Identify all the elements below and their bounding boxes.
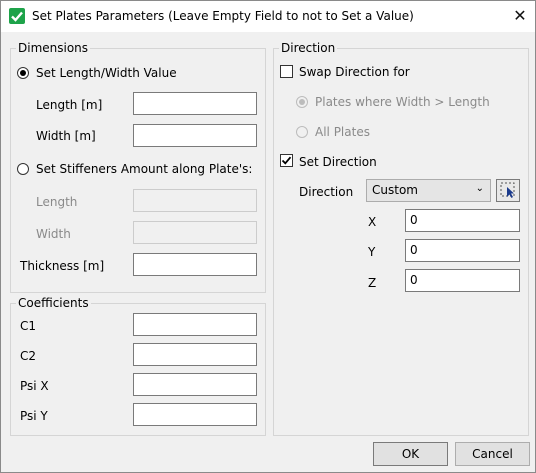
psi-x-label: Psi X (20, 379, 49, 393)
z-label: Z (368, 276, 377, 290)
dimensions-legend: Dimensions (16, 41, 91, 55)
set-length-width-radio[interactable] (17, 67, 29, 79)
stiffeners-length-input[interactable] (133, 189, 257, 212)
stiffeners-width-input[interactable] (133, 221, 257, 244)
c1-label: C1 (20, 319, 37, 333)
direction-legend: Direction (279, 41, 338, 55)
swap-direction-label: Swap Direction for (299, 65, 410, 79)
c2-label: C2 (20, 349, 37, 363)
window-title: Set Plates Parameters (Leave Empty Field… (32, 9, 414, 23)
psi-y-label: Psi Y (20, 409, 48, 423)
direction-select-value: Custom (372, 183, 418, 197)
psi-y-input[interactable] (133, 403, 257, 426)
pick-cursor-icon (500, 182, 515, 198)
x-input[interactable]: 0 (405, 209, 520, 232)
dialog-window: Set Plates Parameters (Leave Empty Field… (0, 0, 536, 473)
chevron-down-icon: ⌄ (475, 183, 484, 194)
width-input[interactable] (133, 124, 257, 147)
set-length-width-label: Set Length/Width Value (36, 66, 177, 80)
direction-label: Direction (299, 185, 354, 199)
direction-select[interactable]: Custom ⌄ (366, 179, 491, 202)
thickness-label: Thickness [m] (20, 259, 105, 273)
coefficients-legend: Coefficients (16, 296, 91, 310)
set-direction-label: Set Direction (299, 155, 377, 169)
c2-input[interactable] (133, 343, 257, 366)
x-label: X (368, 215, 377, 229)
length-input[interactable] (133, 92, 257, 115)
z-input[interactable]: 0 (405, 269, 520, 292)
swap-direction-checkbox[interactable] (280, 65, 293, 78)
set-direction-checkbox[interactable] (280, 154, 293, 167)
ok-button[interactable]: OK (373, 442, 448, 466)
c1-input[interactable] (133, 313, 257, 336)
swap-all-plates-radio[interactable] (296, 126, 308, 138)
pick-direction-button[interactable] (496, 179, 520, 202)
swap-all-plates-label: All Plates (315, 125, 370, 139)
thickness-input[interactable] (133, 253, 257, 276)
set-stiffeners-label: Set Stiffeners Amount along Plate's: (36, 162, 253, 176)
close-icon[interactable]: ✕ (510, 7, 530, 27)
title-bar: Set Plates Parameters (Leave Empty Field… (1, 1, 535, 32)
stiffeners-width-label: Width (36, 227, 71, 241)
y-input[interactable]: 0 (405, 239, 520, 262)
cancel-button[interactable]: Cancel (455, 442, 530, 466)
check-icon (281, 156, 292, 165)
y-label: Y (368, 245, 376, 259)
set-stiffeners-radio[interactable] (17, 163, 29, 175)
swap-width-gt-length-label: Plates where Width > Length (315, 95, 490, 109)
psi-x-input[interactable] (133, 373, 257, 396)
length-label: Length [m] (36, 98, 103, 112)
width-label: Width [m] (36, 129, 96, 143)
checkmark-icon (9, 8, 25, 24)
swap-width-gt-length-radio[interactable] (296, 96, 308, 108)
stiffeners-length-label: Length (36, 195, 78, 209)
